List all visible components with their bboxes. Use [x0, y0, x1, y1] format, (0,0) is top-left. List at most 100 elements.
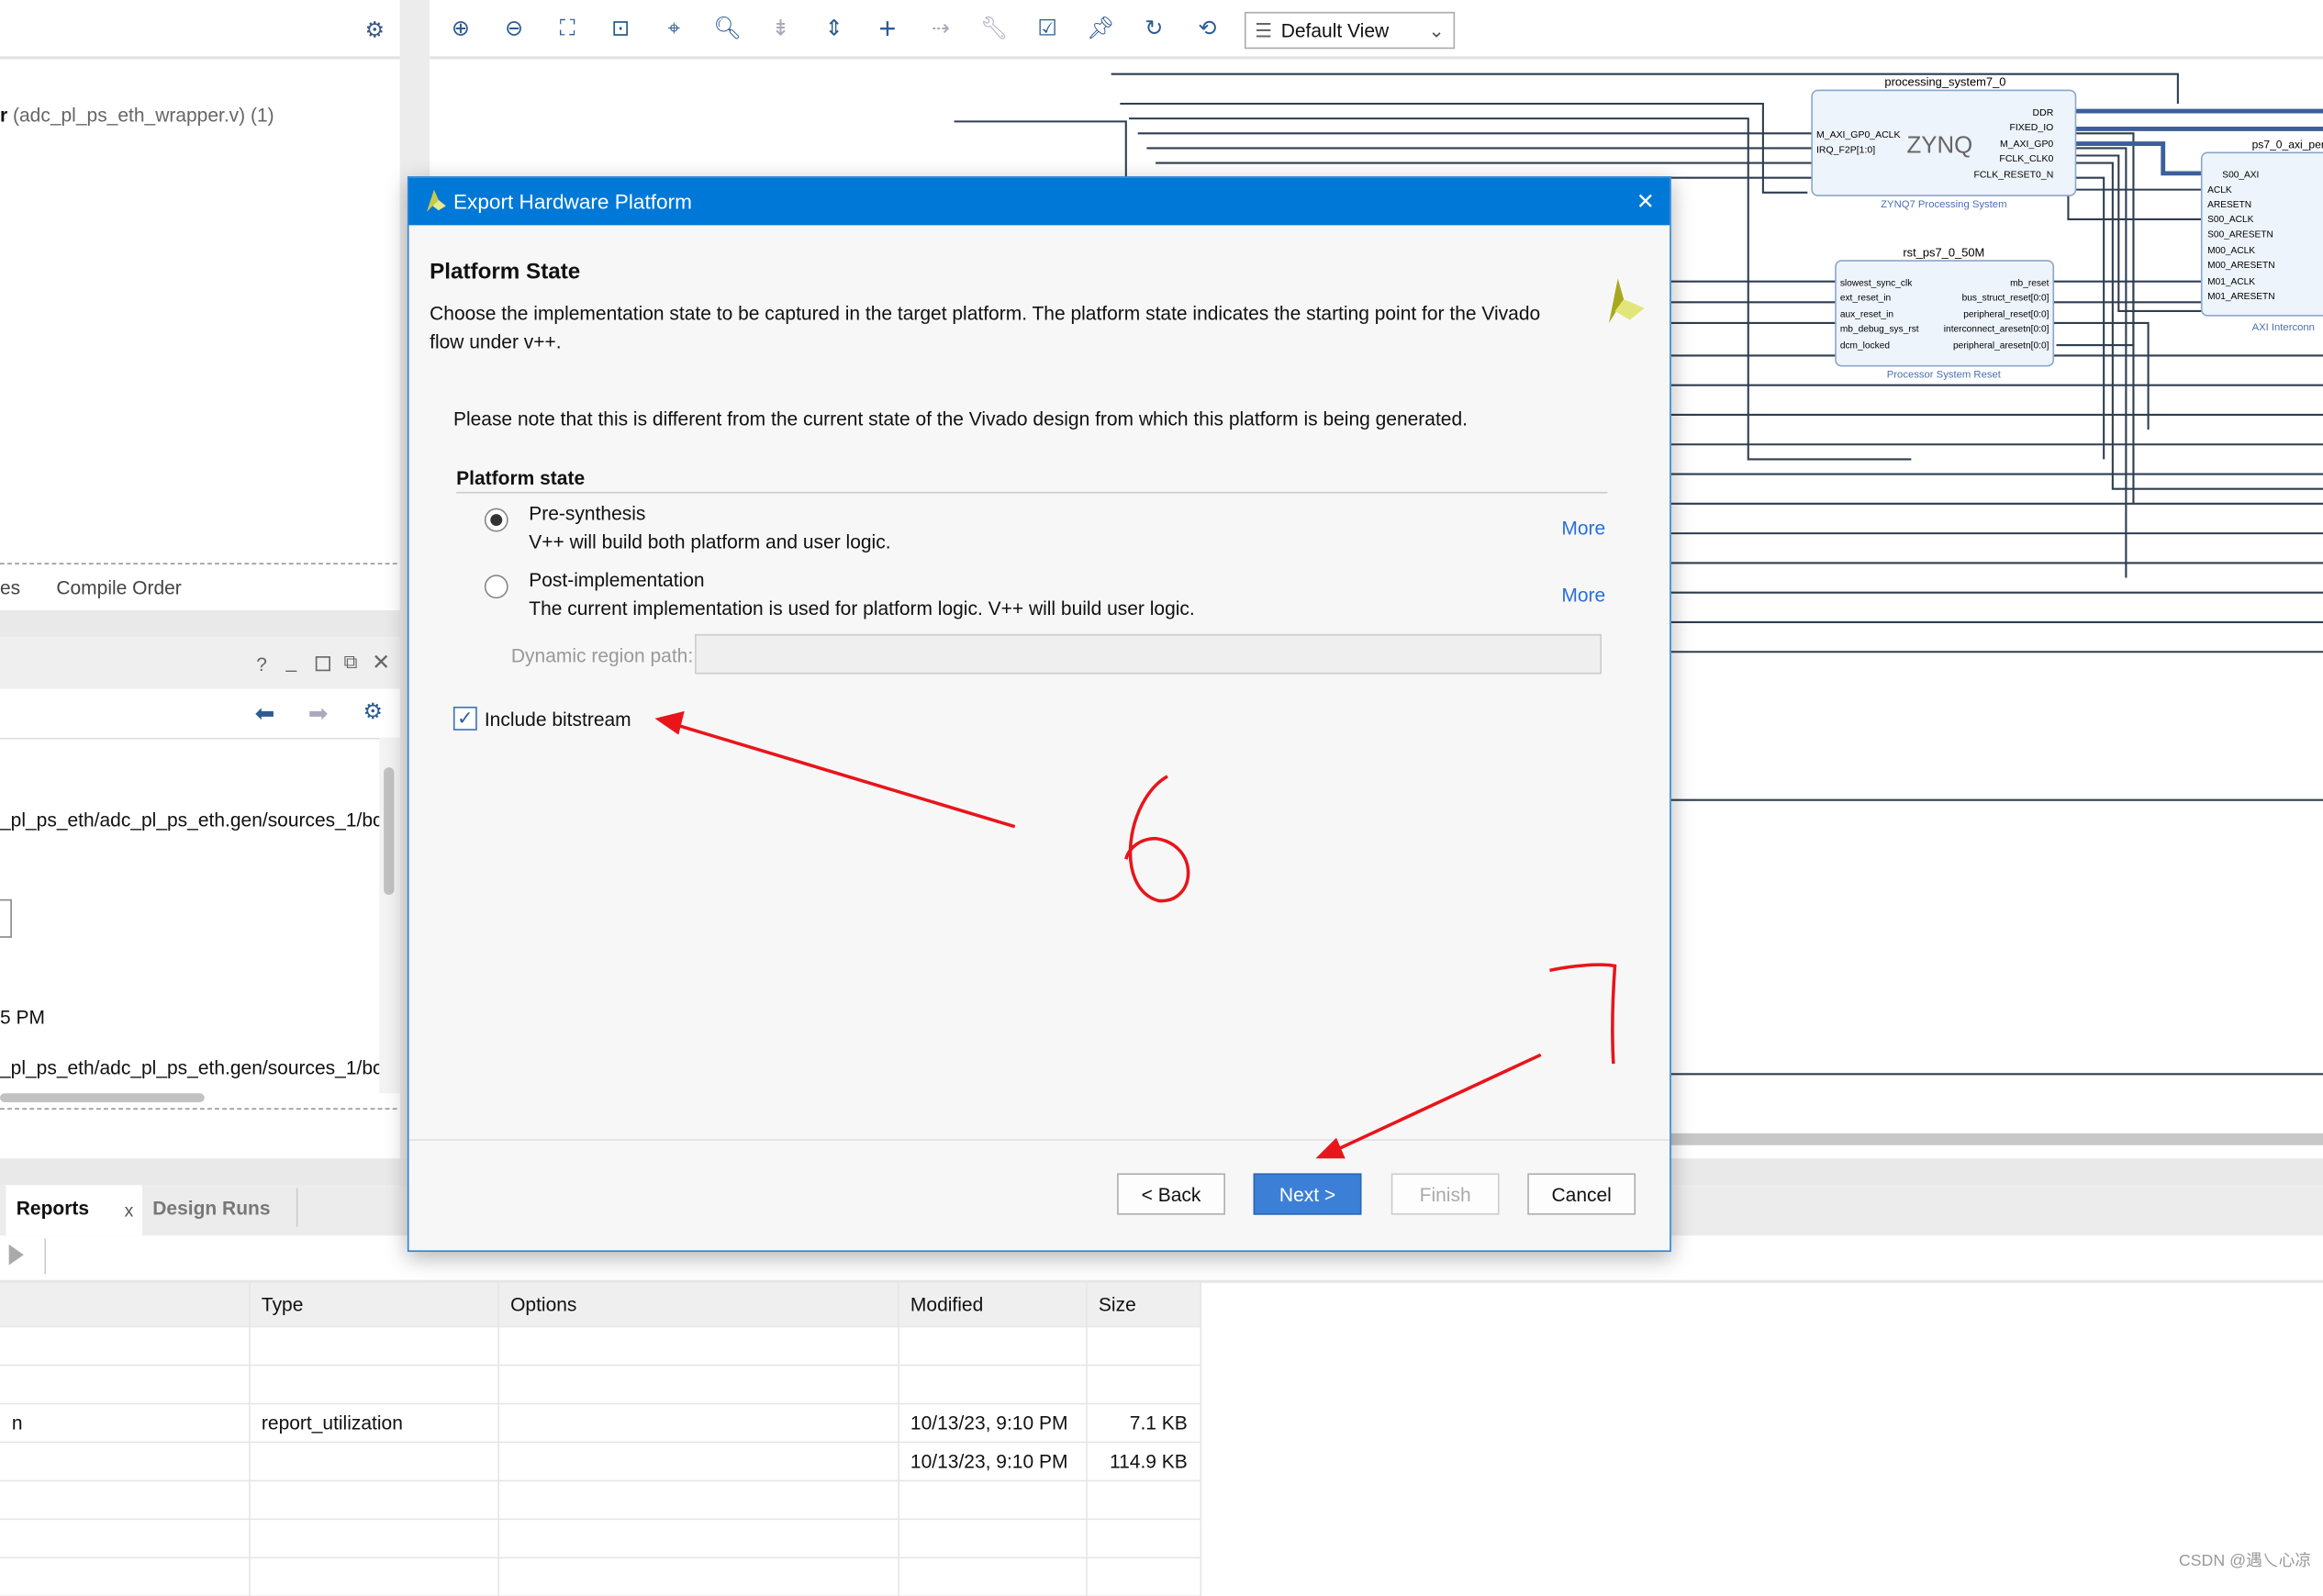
option-label[interactable]: Pre-synthesis: [529, 502, 645, 524]
zoom-out-icon[interactable]: ⊖: [497, 15, 530, 44]
column-header[interactable]: Options: [497, 1282, 899, 1327]
table-cell: [497, 1441, 899, 1481]
tab-compile-order[interactable]: Compile Order: [56, 576, 181, 598]
pin-icon[interactable]: 📌︎: [1085, 15, 1118, 44]
table-cell: [497, 1364, 899, 1404]
table-cell: [1086, 1557, 1201, 1596]
tab-design-runs[interactable]: Design Runs: [152, 1197, 270, 1219]
option-desc: The current implementation is used for p…: [529, 597, 1195, 619]
table-cell: [249, 1325, 499, 1366]
table-cell: [249, 1557, 499, 1596]
port-label: aux_reset_in: [1840, 309, 1893, 319]
column-header[interactable]: Size: [1086, 1282, 1201, 1327]
column-header[interactable]: [0, 1282, 250, 1327]
ps7-subtitle: ZYNQ7 Processing System: [1881, 199, 2006, 210]
gear-icon[interactable]: ⚙: [363, 698, 383, 724]
minimize-icon[interactable]: _: [286, 651, 297, 673]
port-label: ext_reset_in: [1840, 294, 1891, 304]
sources-toolbar: [0, 0, 400, 60]
forward-arrow-icon[interactable]: ➡: [308, 699, 329, 729]
reports-table: Type Options Modified Size n report_utili…: [0, 1282, 1201, 1596]
column-header[interactable]: Modified: [898, 1282, 1088, 1327]
port-label: IRQ_F2P[1:0]: [1816, 145, 1875, 155]
table-row[interactable]: [0, 1479, 1201, 1520]
connect-icon[interactable]: ⇢: [924, 15, 957, 44]
splitter[interactable]: [0, 610, 404, 638]
column-header[interactable]: Type: [249, 1282, 499, 1327]
table-row[interactable]: [0, 1557, 1201, 1596]
divider: [0, 1108, 397, 1111]
panel-toolbar: [0, 689, 400, 740]
include-bitstream-label[interactable]: Include bitstream: [485, 709, 631, 731]
search-icon[interactable]: 🔍︎: [711, 15, 744, 44]
diagram-toolbar: ⊕ ⊖ ⛶ ⊡ ⌖ 🔍︎ ⇟ ⇕ + ⇢ 🔧︎ ☑ 📌︎ ↻ ⟲ ☰ Defau…: [430, 0, 2323, 60]
tab-reports[interactable]: Reports x: [6, 1185, 142, 1236]
port-label: ACLK: [2207, 185, 2232, 195]
next-button[interactable]: Next >: [1253, 1173, 1362, 1215]
table-row[interactable]: [0, 1364, 1201, 1404]
wrench-icon[interactable]: 🔧︎: [977, 15, 1011, 44]
table-cell: n: [0, 1402, 250, 1443]
table-cell: [1086, 1518, 1201, 1558]
add-ip-icon[interactable]: +: [871, 15, 904, 44]
gear-icon[interactable]: ⚙: [360, 15, 389, 44]
more-link[interactable]: More: [1561, 517, 1605, 539]
zoom-fit-icon[interactable]: ⛶: [551, 15, 584, 44]
finish-button[interactable]: Finish: [1390, 1173, 1500, 1215]
port-label: mb_reset: [2010, 279, 2049, 289]
table-cell: [1086, 1325, 1201, 1366]
more-link[interactable]: More: [1561, 584, 1605, 606]
zoom-area-icon[interactable]: ⊡: [605, 15, 638, 44]
view-select[interactable]: ☰ Default View ⌄: [1244, 11, 1456, 50]
menu-icon: ☰: [1255, 18, 1273, 41]
zoom-in-icon[interactable]: ⊕: [444, 15, 477, 44]
scroll-thumb[interactable]: [384, 767, 395, 895]
help-icon[interactable]: ?: [256, 653, 267, 675]
cancel-button[interactable]: Cancel: [1527, 1173, 1636, 1215]
center-icon[interactable]: ⌖: [658, 15, 691, 44]
collapse-icon[interactable]: ⇟: [765, 15, 798, 44]
refresh-icon[interactable]: ↻: [1138, 15, 1171, 44]
source-tree-item[interactable]: r (adc_pl_ps_eth_wrapper.v) (1): [0, 104, 274, 126]
port-label: M01_ARESETN: [2207, 292, 2274, 302]
port-label: S00_AXI: [2222, 171, 2259, 181]
pre-synthesis-radio[interactable]: [484, 508, 508, 532]
table-cell: [0, 1364, 250, 1404]
dynamic-region-input[interactable]: [695, 633, 1602, 675]
expand-icon[interactable]: ⇕: [818, 15, 851, 44]
vivado-window: ⚙ r (adc_pl_ps_eth_wrapper.v) (1) es Com…: [0, 0, 2323, 1596]
table-cell: [898, 1364, 1088, 1404]
table-row[interactable]: [0, 1518, 1201, 1558]
post-implementation-radio[interactable]: [484, 575, 508, 599]
close-icon[interactable]: x: [125, 1200, 134, 1222]
port-label: interconnect_aresetn[0:0]: [1944, 325, 2049, 335]
back-button[interactable]: < Back: [1117, 1173, 1225, 1215]
table-row[interactable]: n report_utilization 10/13/23, 9:10 PM 7.1 …: [0, 1402, 1201, 1443]
regenerate-layout-icon[interactable]: ⟲: [1191, 15, 1224, 44]
path-text: _pl_ps_eth/adc_pl_ps_eth.gen/sources_1/b…: [0, 809, 383, 831]
table-row[interactable]: [0, 1325, 1201, 1366]
port-label: mb_debug_sys_rst: [1840, 325, 1919, 335]
port-label: S00_ACLK: [2207, 215, 2253, 225]
horizontal-scrollbar[interactable]: [0, 1090, 379, 1105]
close-icon[interactable]: ✕: [372, 649, 390, 675]
run-icon[interactable]: [8, 1244, 24, 1266]
dialog-titlebar[interactable]: Export Hardware Platform ✕: [408, 177, 1670, 226]
include-bitstream-checkbox[interactable]: ✓: [452, 706, 477, 731]
scroll-thumb[interactable]: [0, 1093, 205, 1102]
port-label: M00_ARESETN: [2207, 261, 2274, 271]
table-cell: [249, 1441, 499, 1481]
maximize-icon[interactable]: [315, 656, 330, 672]
vertical-scrollbar[interactable]: [379, 737, 400, 1094]
tab-sources[interactable]: es: [0, 576, 20, 598]
table-row[interactable]: 10/13/23, 9:10 PM 114.9 KB: [0, 1441, 1201, 1481]
validate-icon[interactable]: ☑: [1031, 15, 1064, 44]
field-box[interactable]: [0, 898, 12, 938]
close-icon[interactable]: ✕: [1636, 188, 1655, 215]
table-cell: 7.1 KB: [1086, 1402, 1201, 1443]
port-label: bus_struct_reset[0:0]: [1962, 294, 2049, 304]
tab-label: Reports: [16, 1197, 90, 1220]
float-icon[interactable]: ⧉: [343, 651, 357, 675]
back-arrow-icon[interactable]: ⬅: [255, 699, 275, 729]
option-label[interactable]: Post-implementation: [529, 569, 704, 591]
